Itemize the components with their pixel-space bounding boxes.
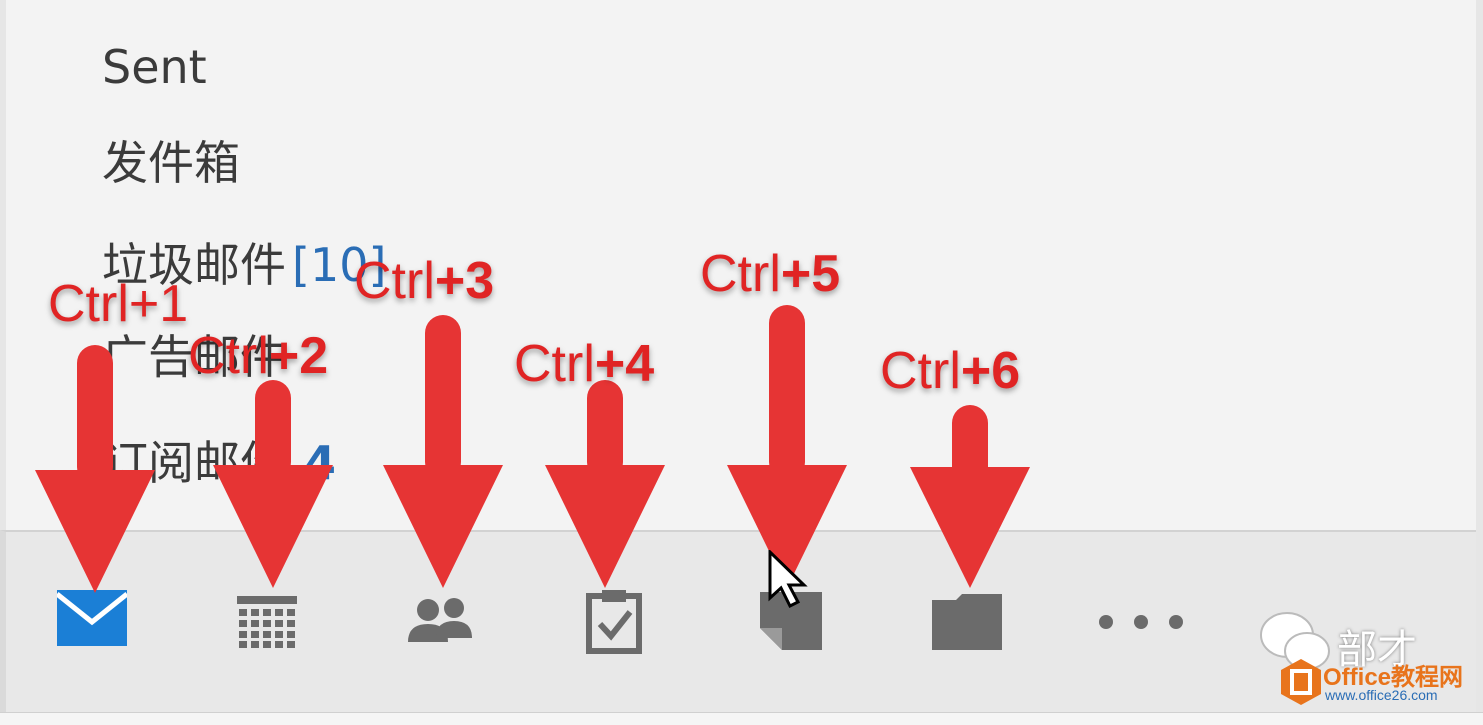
folder-name: 发件箱 [102,136,240,190]
watermark-url-text: www.office26.com [1325,687,1438,703]
arrow-ctrl-2 [213,380,333,588]
tasks-icon[interactable] [586,588,642,654]
people-icon[interactable] [406,596,474,644]
shortcut-label-6: Ctrl+6 [880,342,1021,400]
shortcut-label-4: Ctrl+4 [514,335,655,393]
arrow-ctrl-5 [727,305,847,588]
arrow-ctrl-3 [383,315,503,588]
mail-icon[interactable] [57,590,127,646]
arrow-ctrl-1 [35,345,155,593]
more-options-icon[interactable] [1096,612,1186,632]
shortcut-label-5: Ctrl+5 [700,245,841,303]
shortcut-label-2: Ctrl+2 [188,327,329,385]
shortcut-label-3: Ctrl+3 [354,252,495,310]
shortcut-label-1: Ctrl+1 [48,275,189,333]
folder-item-sent[interactable]: Sent [102,44,207,90]
mouse-cursor-icon [768,550,808,609]
arrow-ctrl-4 [545,380,665,588]
folder-icon[interactable] [932,590,1002,650]
folder-name: Sent [102,40,207,94]
calendar-icon[interactable] [237,596,297,648]
office-logo-icon [1281,659,1321,705]
pane-border [1476,0,1483,712]
folder-item-outbox[interactable]: 发件箱 [102,140,240,186]
arrow-ctrl-6 [910,405,1030,588]
outlook-window: Sent 发件箱 垃圾邮件 [10] 广告邮件 订阅邮件 4 Ctrl+1 Ct… [0,0,1483,725]
watermark: 部才 Office教程网 www.office26.com [1241,607,1471,717]
